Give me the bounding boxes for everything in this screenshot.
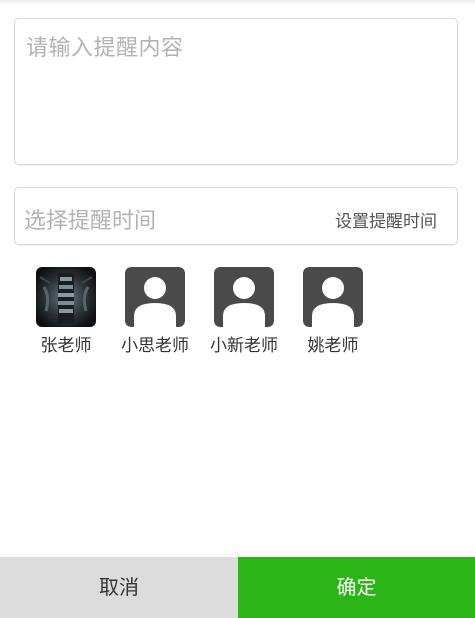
- cancel-button[interactable]: 取消: [0, 557, 238, 618]
- reminder-time-label: 选择提醒时间: [24, 209, 157, 234]
- teacher-item[interactable]: 小思老师: [110, 267, 200, 356]
- reminder-content-placeholder: 请输入提醒内容: [26, 36, 184, 61]
- reminder-time-row[interactable]: 选择提醒时间 设置提醒时间: [14, 187, 458, 245]
- top-shadow: [0, 0, 475, 6]
- teacher-name: 姚老师: [307, 336, 359, 356]
- teacher-item[interactable]: 张老师: [21, 267, 111, 356]
- default-avatar-icon: [125, 267, 185, 327]
- reminder-content-input[interactable]: 请输入提醒内容: [14, 18, 458, 165]
- default-avatar-icon: [303, 267, 363, 327]
- set-reminder-time-button[interactable]: 设置提醒时间: [335, 207, 437, 232]
- action-bar: 取消 确定: [0, 557, 475, 618]
- teacher-name: 小思老师: [121, 336, 189, 356]
- teacher-name: 张老师: [40, 336, 92, 356]
- confirm-button[interactable]: 确定: [238, 557, 475, 618]
- teacher-name: 小新老师: [210, 336, 278, 356]
- reminder-screen: 请输入提醒内容 选择提醒时间 设置提醒时间 张老师 小思老师 小新老师 姚老师 …: [0, 0, 475, 618]
- default-avatar-icon: [214, 267, 274, 327]
- teacher-item[interactable]: 小新老师: [199, 267, 289, 356]
- teacher-photo-avatar: [36, 267, 96, 327]
- teacher-item[interactable]: 姚老师: [288, 267, 378, 356]
